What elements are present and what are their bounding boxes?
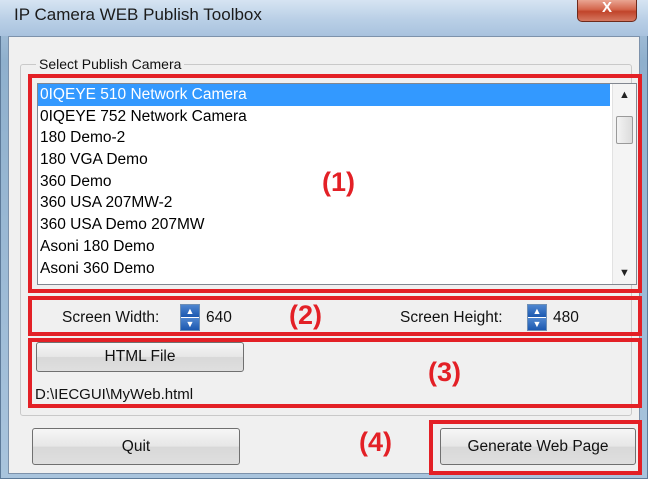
groupbox-legend: Select Publish Camera — [36, 56, 185, 73]
generate-web-page-button[interactable]: Generate Web Page — [440, 428, 636, 465]
quit-button[interactable]: Quit — [32, 428, 240, 465]
screen-height-value[interactable]: 480 — [553, 309, 579, 327]
spin-down-icon[interactable]: ▼ — [528, 318, 546, 330]
close-icon: X — [601, 0, 612, 16]
annotation-label-1: (1) — [322, 167, 355, 197]
screen-width-spinner[interactable]: ▲ ▼ — [180, 304, 200, 331]
generate-web-page-button-label: Generate Web Page — [467, 438, 609, 455]
window-title: IP Camera WEB Publish Toolbox — [14, 5, 262, 24]
spin-up-icon[interactable]: ▲ — [528, 305, 546, 317]
annotation-label-3: (3) — [428, 357, 461, 387]
screen-height-label: Screen Height: — [400, 309, 503, 326]
annotation-label-2: (2) — [289, 300, 322, 330]
quit-button-label: Quit — [121, 438, 151, 455]
close-button[interactable]: X — [577, 0, 637, 22]
html-file-button[interactable]: HTML File — [36, 342, 244, 372]
html-file-path: D:\IECGUI\MyWeb.html — [35, 386, 194, 403]
spin-down-icon[interactable]: ▼ — [181, 318, 199, 330]
html-file-button-label: HTML File — [104, 348, 176, 365]
screen-height-spinner[interactable]: ▲ ▼ — [527, 304, 547, 331]
annotation-label-4: (4) — [359, 427, 392, 457]
screen-width-label: Screen Width: — [62, 309, 160, 326]
title-bar[interactable]: IP Camera WEB Publish Toolbox — [0, 0, 648, 36]
spin-up-icon[interactable]: ▲ — [181, 305, 199, 317]
screen-width-value[interactable]: 640 — [206, 309, 232, 327]
